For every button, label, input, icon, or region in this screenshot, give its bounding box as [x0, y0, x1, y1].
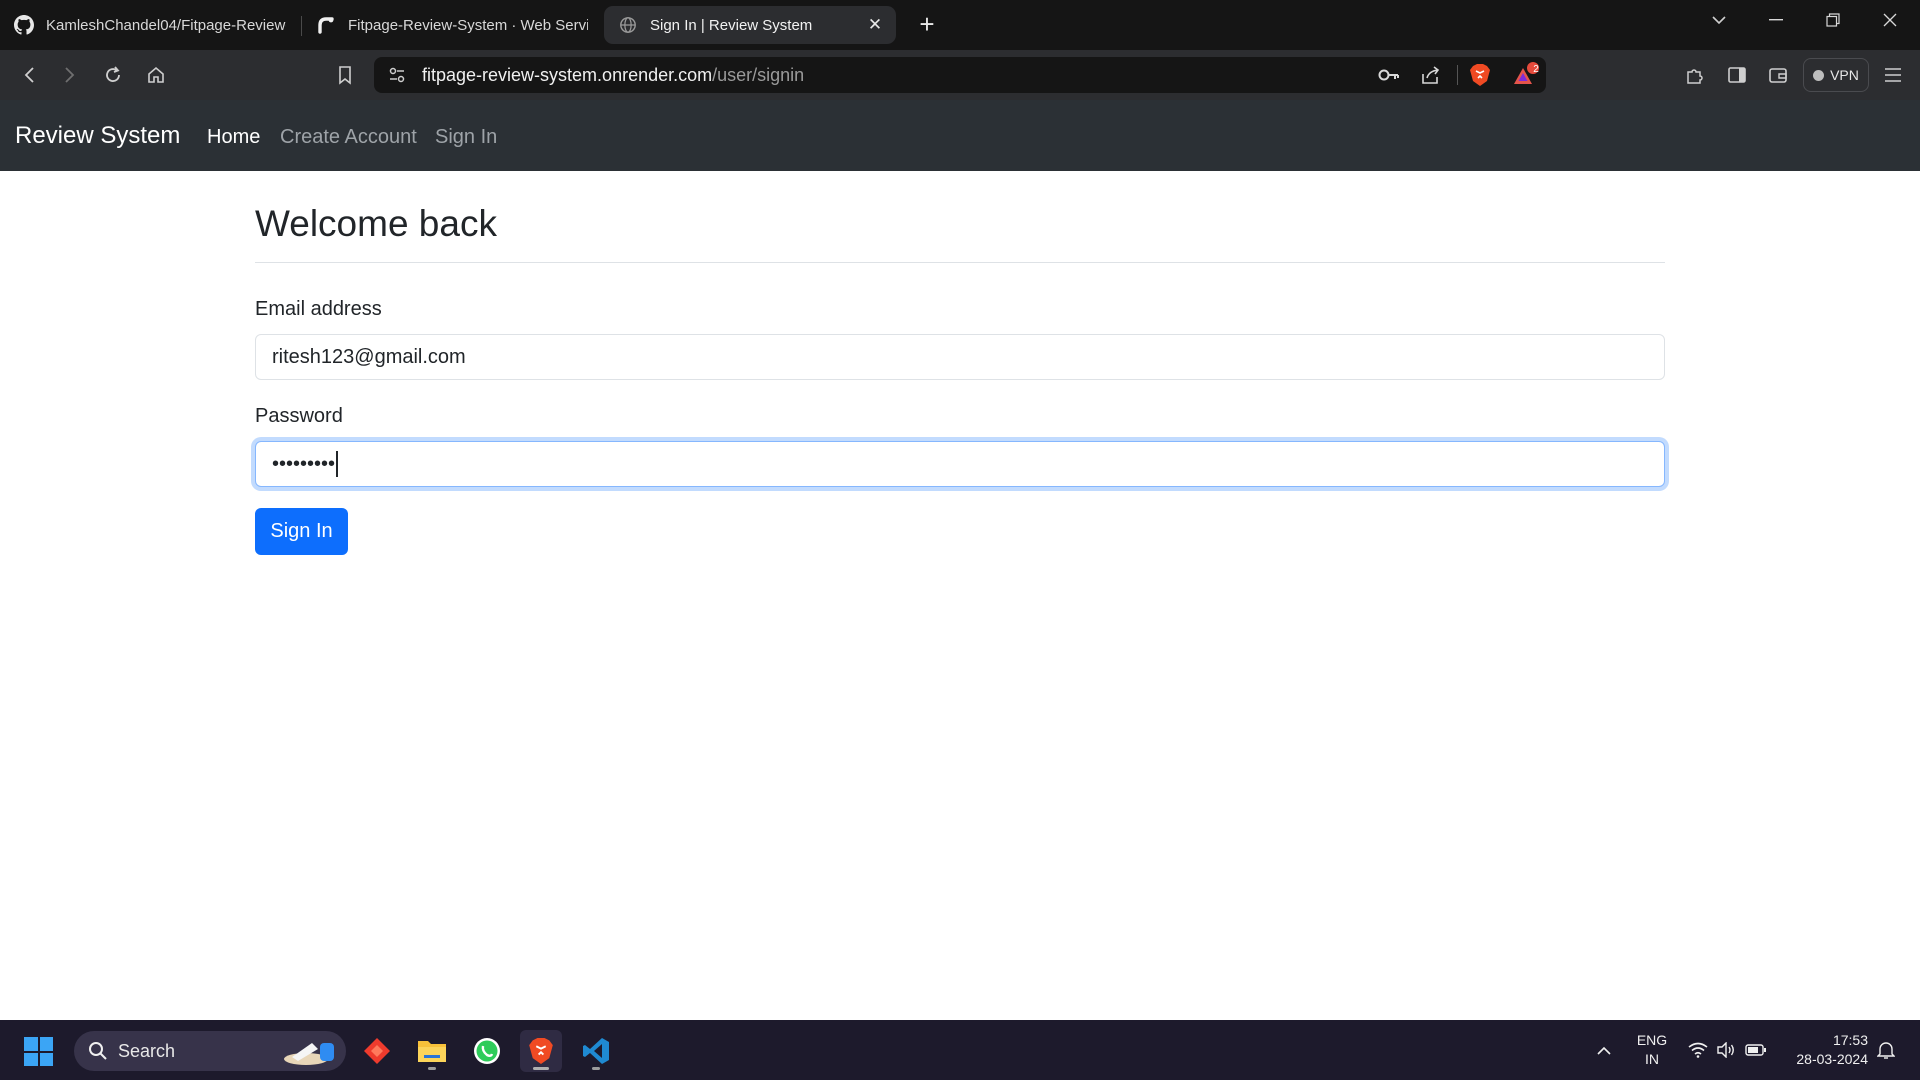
github-icon: [14, 15, 34, 35]
windows-start-icon[interactable]: [24, 1037, 53, 1066]
render-icon: [316, 15, 336, 35]
wallet-icon[interactable]: [1763, 60, 1793, 90]
menu-icon[interactable]: [1878, 60, 1908, 90]
input-language[interactable]: ENG IN: [1632, 1031, 1672, 1069]
browser-tab-render[interactable]: Fitpage-Review-System · Web Servic: [302, 6, 602, 44]
vpn-label: VPN: [1830, 67, 1859, 83]
language-code: ENG: [1636, 1032, 1668, 1048]
email-label: Email address: [255, 298, 382, 320]
restore-window-button[interactable]: [1811, 4, 1855, 36]
taskbar-app-anydesk[interactable]: [356, 1030, 398, 1072]
vpn-button[interactable]: VPN: [1803, 58, 1869, 92]
url-path: /user/signin: [712, 65, 805, 85]
taskbar-app-brave[interactable]: [520, 1030, 562, 1072]
taskbar-app-whatsapp[interactable]: [466, 1030, 508, 1072]
home-icon[interactable]: [141, 60, 171, 90]
sign-in-button[interactable]: Sign In: [255, 508, 348, 555]
tab-search-chevron-icon[interactable]: [1697, 4, 1741, 36]
tab-title: Fitpage-Review-System · Web Servic: [348, 16, 588, 34]
back-icon[interactable]: [14, 60, 44, 90]
brave-shields-icon[interactable]: [1469, 63, 1491, 92]
title-divider: [255, 262, 1665, 263]
search-label: Search: [118, 1040, 176, 1061]
nav-link-sign-in[interactable]: Sign In: [435, 126, 497, 149]
volume-icon[interactable]: [1713, 1020, 1739, 1080]
browser-tab-strip: KamleshChandel04/Fitpage-Review-S Fitpag…: [0, 0, 1920, 50]
nav-link-home[interactable]: Home: [207, 126, 260, 149]
region-code: IN: [1645, 1051, 1659, 1067]
taskbar-app-vscode[interactable]: [575, 1030, 617, 1072]
bookmark-icon[interactable]: [330, 60, 360, 90]
globe-icon: [618, 15, 638, 35]
browser-toolbar: fitpage-review-system.onrender.com/user/…: [0, 50, 1920, 100]
url-text[interactable]: fitpage-review-system.onrender.com/user/…: [422, 65, 804, 86]
show-hidden-icons-chevron-icon[interactable]: [1592, 1020, 1616, 1080]
reload-icon[interactable]: [98, 60, 128, 90]
running-indicator: [533, 1067, 549, 1070]
url-host: fitpage-review-system.onrender.com: [422, 65, 713, 85]
browser-tab-github[interactable]: KamleshChandel04/Fitpage-Review-S: [0, 6, 300, 44]
minimize-window-button[interactable]: [1754, 4, 1798, 36]
password-field[interactable]: •••••••••: [255, 441, 1665, 487]
battery-icon[interactable]: [1742, 1020, 1770, 1080]
address-bar[interactable]: fitpage-review-system.onrender.com/user/…: [374, 57, 1546, 93]
email-value: ritesh123@gmail.com: [272, 345, 466, 368]
email-field[interactable]: ritesh123@gmail.com: [255, 334, 1665, 380]
site-navbar: Review System Home Create Account Sign I…: [0, 100, 1920, 171]
key-icon[interactable]: [1378, 66, 1400, 89]
navbar-brand[interactable]: Review System: [15, 122, 180, 150]
address-divider: [1457, 65, 1458, 85]
password-value: •••••••••: [272, 452, 336, 475]
page-title: Welcome back: [255, 203, 497, 244]
new-tab-button[interactable]: +: [912, 10, 942, 40]
site-settings-icon[interactable]: [388, 65, 406, 90]
forward-icon[interactable]: [55, 60, 85, 90]
share-icon[interactable]: [1420, 65, 1442, 90]
search-highlight-icon: [282, 1037, 338, 1072]
sidebar-toggle-icon[interactable]: [1722, 60, 1752, 90]
wifi-icon[interactable]: [1685, 1020, 1711, 1080]
rewards-badge-count: 2: [1533, 64, 1539, 75]
tab-title: KamleshChandel04/Fitpage-Review-S: [46, 16, 286, 34]
system-clock[interactable]: 17:53 28-03-2024: [1784, 1031, 1868, 1069]
close-tab-icon[interactable]: ✕: [864, 14, 886, 36]
search-icon: [88, 1041, 108, 1061]
clock-time: 17:53: [1832, 1032, 1868, 1048]
text-caret: [336, 451, 339, 477]
extensions-icon[interactable]: [1680, 60, 1710, 90]
notifications-icon[interactable]: [1872, 1020, 1900, 1080]
clock-date: 28-03-2024: [1796, 1051, 1868, 1067]
nav-link-create-account[interactable]: Create Account: [280, 126, 417, 149]
taskbar-search-box[interactable]: Search: [74, 1031, 346, 1071]
close-window-button[interactable]: [1868, 4, 1912, 36]
running-indicator: [592, 1067, 600, 1070]
running-indicator: [428, 1067, 436, 1070]
password-label: Password: [255, 405, 343, 427]
vpn-status-icon: [1813, 69, 1825, 81]
browser-tab-signin[interactable]: Sign In | Review System ✕: [604, 6, 896, 44]
taskbar-app-file-explorer[interactable]: [411, 1030, 453, 1072]
windows-taskbar: Search ENG IN 17:53 28-03-2024: [0, 1020, 1920, 1080]
tab-title: Sign In | Review System: [650, 16, 813, 34]
